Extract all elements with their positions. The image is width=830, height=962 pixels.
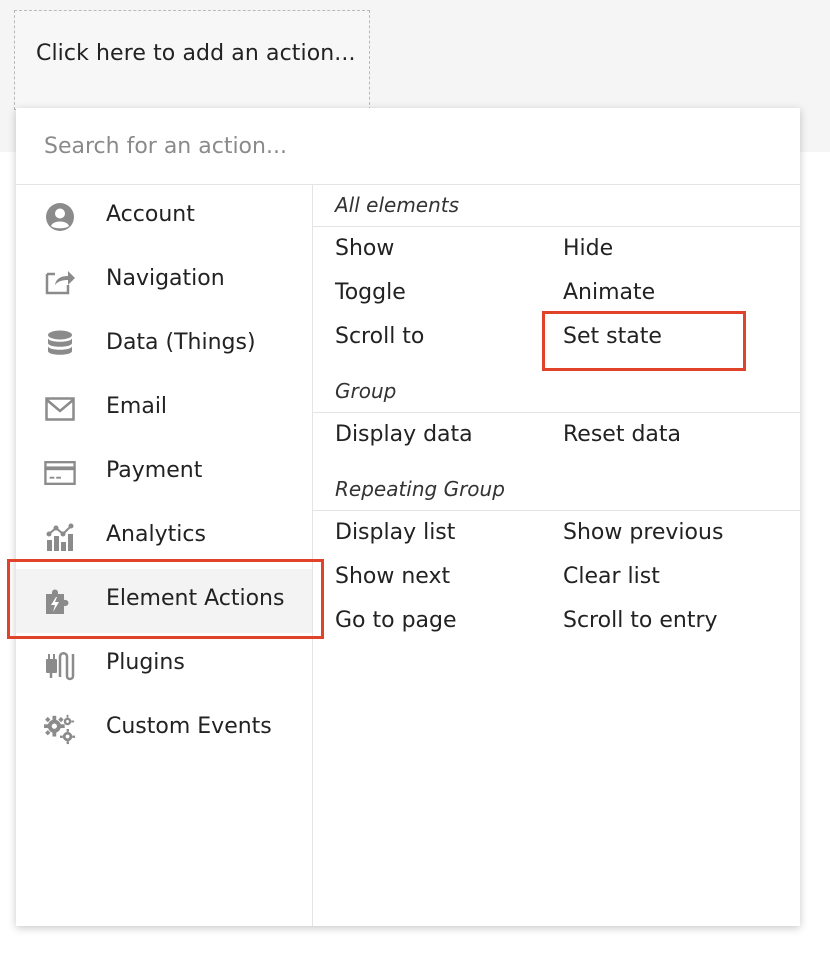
category-label: Payment	[106, 458, 203, 483]
category-payment[interactable]: Payment	[16, 441, 312, 505]
share-icon	[44, 265, 76, 297]
action-clear-list[interactable]: Clear list	[563, 564, 660, 589]
add-action-button[interactable]: Click here to add an action...	[14, 10, 370, 110]
plug-icon	[44, 649, 76, 681]
add-action-label: Click here to add an action...	[36, 41, 356, 66]
category-email[interactable]: Email	[16, 377, 312, 441]
action-toggle[interactable]: Toggle	[335, 280, 406, 305]
category-label: Navigation	[106, 266, 225, 291]
category-custom-events[interactable]: Custom Events	[16, 697, 312, 761]
category-navigation[interactable]: Navigation	[16, 249, 312, 313]
category-plugins[interactable]: Plugins	[16, 633, 312, 697]
action-go-to-page[interactable]: Go to page	[335, 608, 457, 633]
action-animate[interactable]: Animate	[563, 280, 655, 305]
action-picker-panel: Account Navigation Data (Things) Email	[16, 108, 800, 926]
category-data-things[interactable]: Data (Things)	[16, 313, 312, 377]
gears-icon	[44, 713, 76, 745]
action-reset-data[interactable]: Reset data	[563, 422, 681, 447]
action-display-data[interactable]: Display data	[335, 422, 473, 447]
credit-card-icon	[44, 457, 76, 489]
actions-content: All elements Show Hide Toggle Animate Sc…	[313, 185, 800, 926]
category-label: Element Actions	[106, 586, 285, 611]
search-bar	[16, 108, 800, 185]
section-title-group: Group	[335, 379, 397, 403]
category-label: Email	[106, 394, 168, 419]
database-icon	[44, 329, 76, 361]
action-show-next[interactable]: Show next	[335, 564, 450, 589]
section-divider	[313, 510, 800, 511]
category-account[interactable]: Account	[16, 185, 312, 249]
action-set-state[interactable]: Set state	[563, 324, 662, 349]
category-sidebar: Account Navigation Data (Things) Email P…	[16, 185, 313, 926]
action-hide[interactable]: Hide	[563, 236, 613, 261]
action-scroll-to[interactable]: Scroll to	[335, 324, 424, 349]
category-label: Analytics	[106, 522, 206, 547]
category-element-actions[interactable]: Element Actions	[16, 569, 312, 633]
envelope-icon	[44, 393, 76, 425]
category-label: Plugins	[106, 650, 185, 675]
account-icon	[44, 201, 76, 233]
category-analytics[interactable]: Analytics	[16, 505, 312, 569]
search-input[interactable]	[44, 126, 764, 166]
category-label: Account	[106, 202, 195, 227]
action-scroll-to-entry[interactable]: Scroll to entry	[563, 608, 718, 633]
section-divider	[313, 226, 800, 227]
analytics-icon	[44, 521, 76, 553]
action-display-list[interactable]: Display list	[335, 520, 455, 545]
action-show[interactable]: Show	[335, 236, 394, 261]
category-label: Custom Events	[106, 714, 272, 739]
section-title-all-elements: All elements	[335, 193, 460, 217]
action-show-previous[interactable]: Show previous	[563, 520, 723, 545]
section-divider	[313, 412, 800, 413]
category-label: Data (Things)	[106, 330, 256, 355]
section-title-repeating-group: Repeating Group	[335, 477, 505, 501]
puzzle-bolt-icon	[44, 585, 76, 617]
